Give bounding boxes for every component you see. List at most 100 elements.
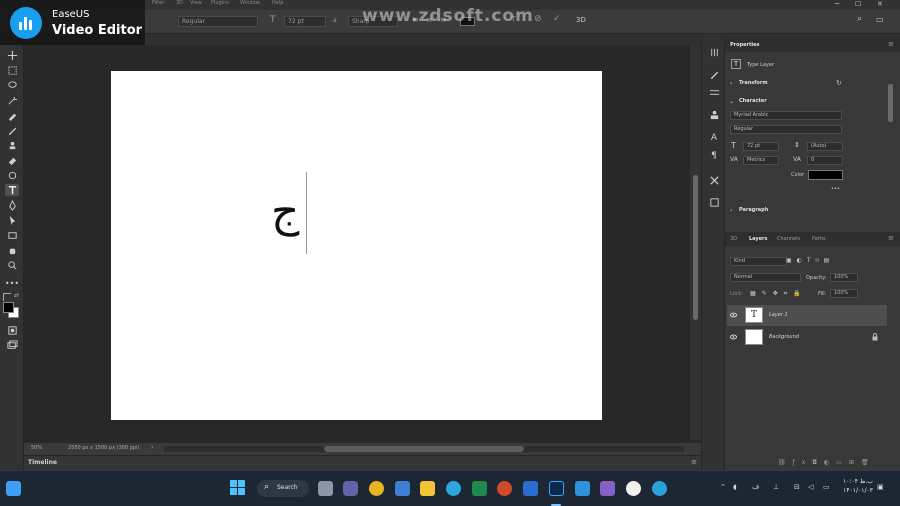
eraser-tool-icon[interactable]	[5, 154, 19, 166]
character-section[interactable]: Character	[739, 98, 767, 104]
quick-select-tool-icon[interactable]	[5, 94, 19, 106]
battery-icon[interactable]: ▭	[823, 483, 830, 491]
font-style-dropdown[interactable]: Regular	[178, 16, 258, 27]
chat-icon[interactable]	[343, 481, 358, 496]
tray-app-icon[interactable]: ◖	[733, 483, 737, 491]
blend-mode-dropdown[interactable]: Normal	[730, 273, 801, 282]
quick-mask-icon[interactable]	[5, 324, 19, 336]
file-explorer-icon[interactable]	[420, 481, 435, 496]
menu-filter[interactable]: Filter	[152, 0, 164, 6]
properties-scroll-thumb[interactable]	[888, 84, 893, 122]
move-tool-icon[interactable]	[5, 49, 19, 61]
tab-layers[interactable]: Layers	[749, 236, 768, 242]
vertical-scroll-thumb[interactable]	[693, 175, 698, 320]
menu-window[interactable]: Window	[240, 0, 260, 6]
menu-plugins[interactable]: Plugins	[211, 0, 229, 6]
pen-tool-icon[interactable]	[5, 199, 19, 211]
paragraph-chevron-icon[interactable]: ›	[730, 207, 732, 214]
more-tools-icon[interactable]: •••	[5, 277, 19, 289]
visual-studio-icon[interactable]	[600, 481, 615, 496]
rectangle-tool-icon[interactable]	[5, 229, 19, 241]
photoshop-icon[interactable]	[549, 481, 564, 496]
dodge-tool-icon[interactable]	[5, 169, 19, 181]
language-indicator[interactable]: ف	[752, 483, 759, 491]
lasso-tool-icon[interactable]	[5, 79, 19, 91]
path-select-tool-icon[interactable]	[5, 214, 19, 226]
stamp-tool-icon[interactable]	[5, 139, 19, 151]
menu-3d[interactable]: 3D	[176, 0, 183, 6]
adjustments-icon[interactable]	[707, 86, 721, 98]
document-canvas[interactable]	[111, 71, 602, 420]
character-panel-icon[interactable]: A	[707, 132, 721, 144]
powerpoint-icon[interactable]	[497, 481, 512, 496]
zoom-level[interactable]: 50%	[31, 445, 42, 451]
cancel-icon[interactable]: ⊘	[534, 14, 542, 24]
horizontal-scroll-thumb[interactable]	[324, 446, 524, 452]
taskbar-clock[interactable]: ۱۰:۰۴ ب.ظ ۱۴۰۱/۰۱/۰۳	[843, 477, 873, 495]
font-style-select[interactable]: Regular	[730, 125, 842, 134]
volume-icon[interactable]: ◁	[808, 483, 813, 491]
libraries-icon[interactable]	[707, 108, 721, 120]
menu-help[interactable]: Help	[272, 0, 283, 6]
lock-options-icons[interactable]: ▦✎✥⌗🔒	[750, 290, 807, 298]
menu-view[interactable]: View	[190, 0, 202, 6]
properties-menu-icon[interactable]: ≡	[888, 40, 894, 48]
reset-transform-icon[interactable]: ↻	[836, 79, 842, 87]
paragraph-section[interactable]: Paragraph	[739, 207, 768, 213]
workspace-icon[interactable]: ▭	[876, 15, 884, 24]
start-icon[interactable]	[230, 480, 246, 496]
taskbar-search[interactable]: ⌕ Search	[257, 480, 309, 497]
brush-tool-icon[interactable]	[5, 124, 19, 136]
status-expand-icon[interactable]: ›	[151, 444, 153, 451]
opacity-field[interactable]: 100%	[830, 273, 858, 282]
tray-chevron-icon[interactable]: ⌃	[720, 483, 726, 491]
transform-section[interactable]: Transform	[739, 80, 768, 86]
character-color-swatch[interactable]	[808, 170, 843, 180]
timeline-tab[interactable]: Timeline	[28, 459, 57, 466]
tab-properties[interactable]: Properties	[730, 42, 759, 48]
notification-icon[interactable]: ▣	[877, 483, 884, 491]
layers-footer-icons[interactable]: ⛓ƒx◘◐▭⊞🗑	[778, 459, 876, 466]
tab-3d[interactable]: 3D	[730, 236, 737, 242]
layer-row-background[interactable]: Background	[727, 327, 887, 348]
vscode-icon[interactable]	[575, 481, 590, 496]
word-icon[interactable]	[523, 481, 538, 496]
layer-filter-field[interactable]: Kind	[730, 257, 787, 266]
lock-icon[interactable]	[871, 333, 879, 341]
font-size-dropdown[interactable]: 72 pt	[284, 16, 326, 27]
paragraph-panel-icon[interactable]: ¶	[707, 150, 721, 162]
layer-filter-icons[interactable]: ▣◐T⌑▤	[786, 257, 834, 264]
hand-tool-icon[interactable]	[5, 244, 19, 256]
tab-channels[interactable]: Channels	[777, 236, 800, 242]
foreground-color-swatch[interactable]	[3, 302, 14, 313]
timeline-menu-icon[interactable]: ≡	[691, 458, 697, 466]
kerning-field[interactable]: Metrics	[743, 156, 779, 165]
marquee-tool-icon[interactable]	[5, 64, 19, 76]
search-icon[interactable]: ⌕	[857, 14, 862, 24]
app-n-icon[interactable]	[626, 481, 641, 496]
layer-name[interactable]: Layer 1	[769, 312, 788, 318]
tools-settings-icon[interactable]	[707, 174, 721, 186]
font-size-field[interactable]: 72 pt	[743, 142, 779, 151]
edge-icon[interactable]	[446, 481, 461, 496]
arabic-text-layer[interactable]: ج	[271, 190, 299, 234]
leading-field[interactable]: (Auto)	[807, 142, 843, 151]
maximize-icon[interactable]: ☐	[855, 0, 861, 8]
transform-chevron-icon[interactable]: ›	[730, 80, 732, 87]
excel-icon[interactable]	[472, 481, 487, 496]
more-options-icon[interactable]: •••	[831, 186, 840, 192]
visibility-eye-icon[interactable]	[730, 312, 737, 318]
character-chevron-icon[interactable]: ⌄	[729, 98, 734, 105]
mail-icon[interactable]	[395, 481, 410, 496]
chrome-icon[interactable]	[369, 481, 384, 496]
type-tool-icon[interactable]	[5, 184, 19, 196]
desktop-icon[interactable]	[6, 481, 21, 496]
fill-field[interactable]: 100%	[830, 289, 858, 298]
close-icon[interactable]: ✕	[877, 0, 883, 8]
history-icon[interactable]	[707, 46, 721, 58]
eyedropper-tool-icon[interactable]	[5, 109, 19, 121]
telegram-icon[interactable]	[652, 481, 667, 496]
visibility-eye-icon[interactable]	[730, 334, 737, 340]
brush-settings-icon[interactable]	[707, 68, 721, 80]
zoom-tool-icon[interactable]	[5, 259, 19, 271]
